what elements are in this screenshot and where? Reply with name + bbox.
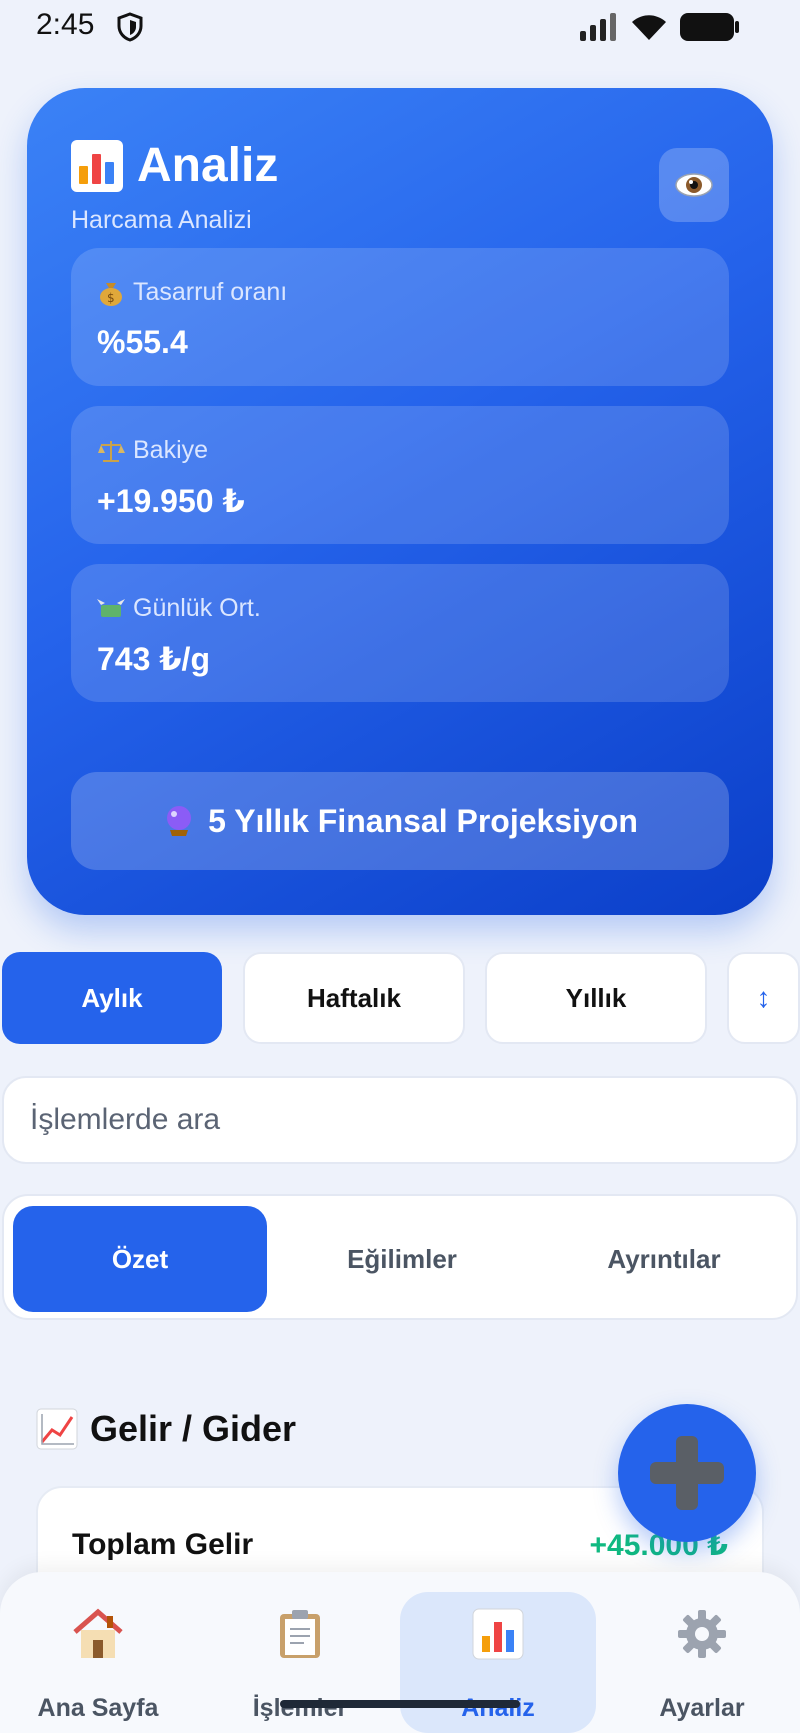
tab-trends[interactable]: Eğilimler [275, 1206, 529, 1312]
period-tab-label: Haftalık [307, 982, 401, 1013]
status-bar: 2:45 [0, 0, 800, 52]
view-segmented-control: Özet Eğilimler Ayrıntılar [2, 1194, 798, 1320]
period-tab-label: Aylık [81, 982, 143, 1013]
nav-item-home[interactable]: Ana Sayfa [0, 1592, 196, 1733]
eye-icon [675, 173, 713, 197]
period-tab-yearly[interactable]: Yıllık [485, 952, 707, 1044]
nav-item-transactions[interactable]: İşlemler [202, 1592, 398, 1733]
nav-label: Ana Sayfa [37, 1694, 159, 1722]
tab-label: Özet [111, 1243, 169, 1274]
tab-label: Eğilimler [347, 1243, 457, 1274]
page-title: Analiz [71, 138, 278, 193]
tab-summary[interactable]: Özet [13, 1206, 267, 1312]
section-title-text: Gelir / Gider [90, 1408, 297, 1449]
sort-button[interactable]: ↕ [727, 952, 800, 1044]
bar-chart-icon [71, 139, 123, 192]
bottom-navigation: Ana Sayfa İşlemler Analiz Ayarlar [0, 1572, 800, 1733]
stat-label: Günlük Ort. [133, 594, 261, 622]
projection-button[interactable]: 5 Yıllık Finansal Projeksiyon [71, 772, 729, 870]
savings-rate-card: $ Tasarruf oranı %55.4 [71, 248, 729, 386]
daily-average-card: Günlük Ort. 743 ₺/g [71, 564, 729, 702]
cellular-signal-icon [578, 13, 618, 46]
nav-item-analysis[interactable]: Analiz [400, 1592, 596, 1733]
page-title-text: Analiz [137, 139, 279, 192]
gear-icon [676, 1608, 728, 1665]
nav-item-settings[interactable]: Ayarlar [604, 1592, 800, 1733]
period-tab-weekly[interactable]: Haftalık [243, 952, 465, 1044]
scales-icon [98, 440, 125, 462]
sort-arrow-icon: ↕ [756, 982, 771, 1013]
stat-value: +19.950 ₺ [97, 483, 245, 519]
search-placeholder: İşlemlerde ara [30, 1103, 221, 1136]
plus-icon [650, 1436, 724, 1510]
stat-value: 743 ₺/g [97, 641, 210, 677]
nav-label: İşlemler [252, 1694, 348, 1722]
money-wings-icon [97, 598, 125, 617]
nav-label: Analiz [461, 1694, 535, 1722]
stat-label: Bakiye [133, 436, 209, 464]
stat-label: Tasarruf oranı [133, 278, 288, 306]
projection-button-label: 5 Yıllık Finansal Projeksiyon [208, 802, 638, 839]
bar-chart-icon [472, 1608, 524, 1665]
wifi-icon [630, 12, 668, 47]
row-label: Toplam Gelir [72, 1528, 254, 1561]
tab-details[interactable]: Ayrıntılar [537, 1206, 791, 1312]
period-tab-monthly[interactable]: Aylık [2, 952, 222, 1044]
analysis-header-card: Analiz Harcama Analizi $ Tasarruf oranı … [27, 88, 773, 915]
battery-icon [680, 12, 740, 47]
stat-value: %55.4 [97, 324, 188, 360]
balance-card: Bakiye +19.950 ₺ [71, 406, 729, 544]
money-bag-icon: $ [100, 282, 122, 306]
add-transaction-button[interactable] [618, 1404, 756, 1542]
period-tab-label: Yıllık [565, 982, 627, 1013]
status-time: 2:45 [36, 8, 95, 41]
house-icon [71, 1608, 125, 1665]
section-title: Gelir / Gider [36, 1408, 296, 1450]
search-input[interactable]: İşlemlerde ara [2, 1076, 798, 1164]
clipboard-icon [276, 1608, 324, 1665]
shield-icon [116, 12, 144, 47]
nav-label: Ayarlar [659, 1694, 745, 1722]
crystal-ball-icon [167, 806, 192, 836]
home-indicator [280, 1700, 520, 1708]
svg-text:$: $ [107, 291, 115, 305]
page-subtitle: Harcama Analizi [71, 206, 252, 234]
toggle-visibility-button[interactable] [659, 148, 729, 222]
chart-increasing-icon [36, 1408, 78, 1450]
tab-label: Ayrıntılar [607, 1243, 721, 1274]
